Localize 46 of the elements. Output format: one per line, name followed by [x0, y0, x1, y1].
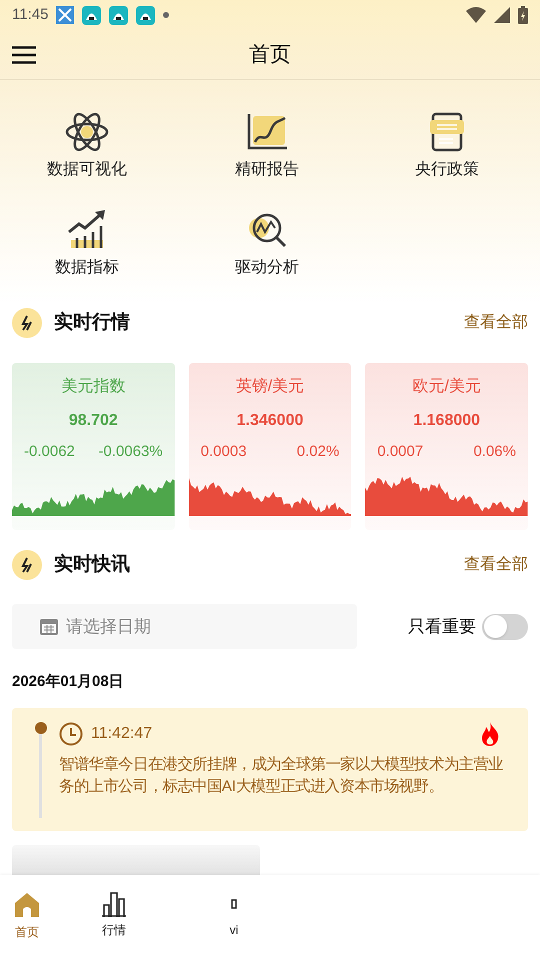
- battery-icon: [518, 6, 528, 24]
- quote-change: 0.0007: [377, 442, 424, 462]
- important-only-label: 只看重要: [408, 616, 476, 638]
- quote-price: 1.168000: [412, 411, 482, 431]
- quote-name: 美元指数: [60, 376, 126, 397]
- app-notification-icon: [109, 6, 128, 24]
- quote-name: 英镑/美元: [234, 376, 306, 397]
- section-title: 实时快讯: [54, 552, 130, 577]
- date-field[interactable]: 请选择日期: [12, 604, 357, 649]
- nav-tab[interactable]: 行情: [54, 890, 174, 938]
- quote-price: 1.346000: [236, 411, 304, 431]
- section-icon: [12, 550, 42, 580]
- quote-percent: 0.06%: [473, 442, 516, 462]
- menu-button[interactable]: [12, 44, 36, 66]
- quote-percent: -0.0063%: [98, 442, 163, 462]
- home-icon: [13, 890, 41, 918]
- wifi-icon: [466, 7, 486, 23]
- section-icon: [12, 308, 42, 338]
- status-time: 11:45: [12, 4, 48, 25]
- news-text: 智谱华章今日在港交所挂牌，成为全球第一家以大模型技术为主营业务的上市公司，标志中国AI大模型正式进入资本市场视野。: [59, 754, 504, 796]
- quote-percent: 0.02%: [296, 442, 340, 462]
- toggle-switch[interactable]: [482, 614, 528, 640]
- news-date: 2026年01月08日: [11, 672, 125, 692]
- app-notification-icon: [136, 6, 156, 24]
- view-all-link[interactable]: 查看全部: [464, 553, 528, 577]
- section-title: 实时行情: [54, 310, 130, 335]
- app-notification-icon: [82, 6, 102, 24]
- signal-icon: [494, 7, 510, 23]
- atom-icon: [65, 110, 109, 154]
- dot-icon: [163, 12, 170, 18]
- bar-chart-icon: [101, 890, 127, 916]
- nav-tab[interactable]: 首页: [0, 890, 54, 940]
- quote-name: 欧元/美元: [411, 376, 482, 397]
- view-all-link[interactable]: 查看全部: [464, 311, 528, 335]
- quote-price: 98.702: [68, 411, 119, 431]
- clock-icon: [59, 722, 83, 746]
- tab-icon: [231, 898, 237, 908]
- news-card[interactable]: 11:42:47 智谱华章今日在港交所挂牌，成为全球第一家以大模型技术为主营业务的上市公司，标志中国AI大模型正式进入资本市场视野。: [12, 708, 528, 830]
- news-time: 11:42:47: [91, 724, 152, 744]
- nav-tab[interactable]: vi: [174, 890, 294, 938]
- calendar-icon: [40, 617, 58, 635]
- quote-change: -0.0062: [24, 442, 75, 462]
- page-title: 首页: [249, 42, 291, 68]
- quote-change: 0.0003: [200, 442, 247, 462]
- menu-icon: [12, 46, 36, 64]
- app-notification-icon: [56, 6, 74, 24]
